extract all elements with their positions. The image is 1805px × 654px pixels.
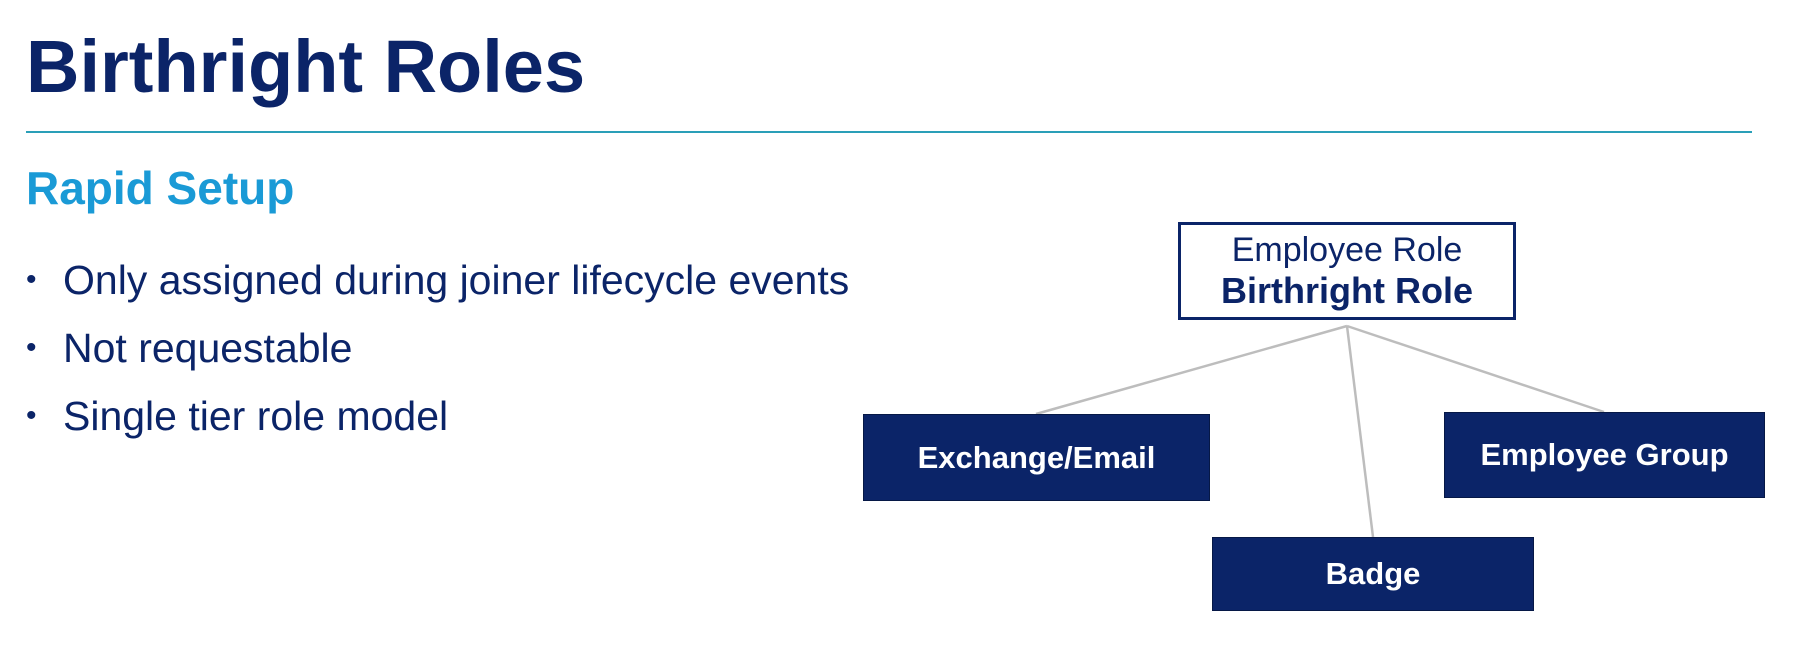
exchange-email-box: Exchange/Email: [863, 414, 1210, 501]
title-divider: [26, 131, 1752, 133]
bullet-text: Not requestable: [63, 325, 353, 371]
connector-to-employee-group: [1346, 324, 1605, 414]
employee-role-box: Employee Role Birthright Role: [1178, 222, 1516, 320]
slide-subtitle: Rapid Setup: [26, 162, 295, 214]
bullet-icon: •: [26, 331, 37, 364]
employee-group-box: Employee Group: [1444, 412, 1765, 498]
bullet-icon: •: [26, 263, 37, 296]
connector-to-exchange-email: [1035, 324, 1348, 416]
bullet-text: Only assigned during joiner lifecycle ev…: [63, 257, 850, 303]
bullet-icon: •: [26, 399, 37, 432]
bullet-text: Single tier role model: [63, 393, 449, 439]
badge-box: Badge: [1212, 537, 1534, 611]
root-role-label: Employee Role: [1231, 231, 1463, 269]
connector-to-badge: [1345, 325, 1375, 538]
slide-title: Birthright Roles: [26, 25, 586, 108]
root-role-type: Birthright Role: [1221, 270, 1473, 311]
